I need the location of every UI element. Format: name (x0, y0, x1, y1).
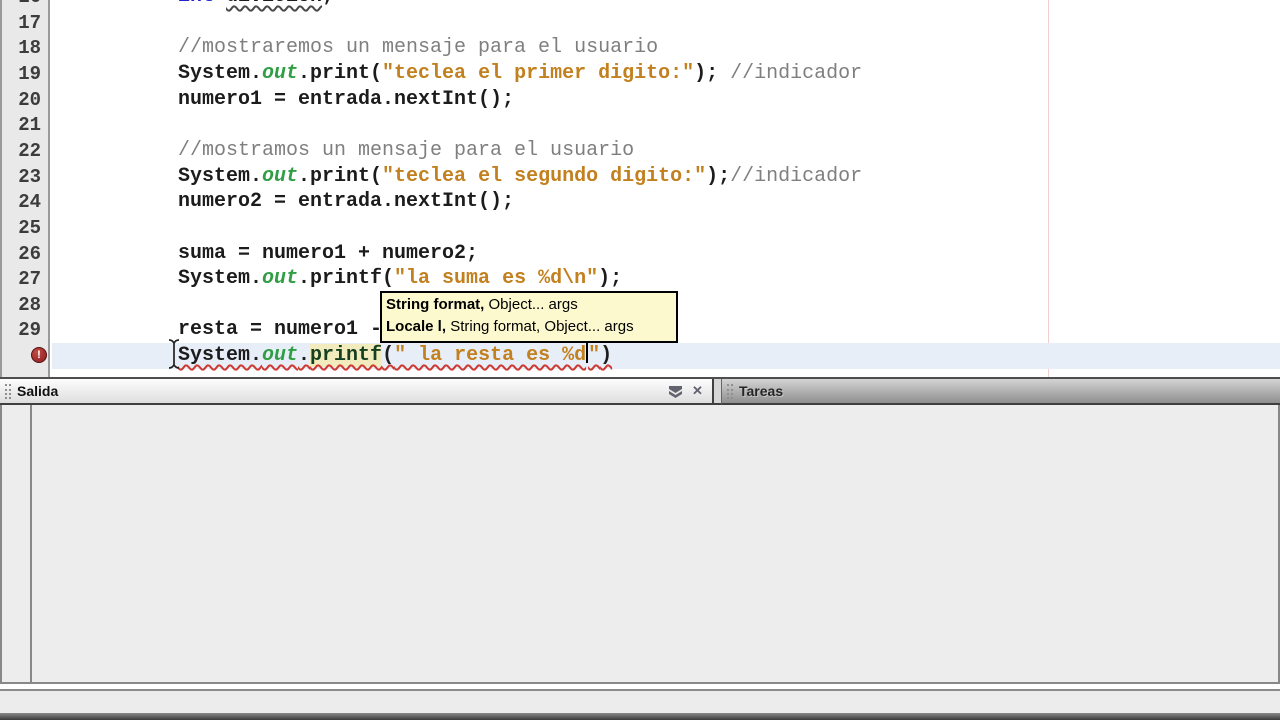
code-segment: " la resta es %d (394, 344, 587, 368)
code-segment: ) (600, 344, 613, 368)
error-icon[interactable]: ! (31, 347, 47, 363)
code-line[interactable]: int divicion; (178, 0, 334, 10)
code-segment: " (588, 344, 601, 368)
tooltip-bold-text: Locale l, (386, 318, 447, 335)
code-editor[interactable]: ! 1617 1819 20 2122 23 2425 26 2728 29 int divic… (0, 0, 1280, 377)
code-segment: printf (310, 344, 383, 368)
output-window-title: Salida (17, 383, 59, 399)
line-number: 22 (18, 139, 41, 162)
code-segment: //mostramos un mensaje para el usuario (178, 138, 635, 162)
code-segment: out (262, 344, 299, 368)
line-number: 23 (18, 165, 41, 188)
code-line[interactable]: numero1 = entrada.nextInt(); (178, 87, 514, 113)
drag-grip-icon[interactable] (727, 383, 733, 399)
line-number: 26 (18, 242, 41, 265)
status-bar (0, 689, 1280, 713)
code-segment: System. (178, 61, 263, 85)
code-segment: .print( (298, 61, 383, 85)
code-line[interactable]: System.out.print("teclea el segundo digi… (178, 164, 862, 190)
window-bottom-edge (0, 713, 1280, 720)
code-segment: .print( (298, 164, 383, 188)
code-segment: numero1 = entrada.nextInt(); (178, 87, 515, 111)
line-number: 24 (18, 191, 41, 214)
line-number: 21 (18, 114, 41, 137)
code-segment: . (298, 344, 311, 368)
line-number: 25 (18, 216, 41, 239)
code-segment: //indicador (730, 164, 863, 188)
code-segment: //mostraremos un mensaje para el usuario (178, 36, 659, 60)
code-segment: out (262, 164, 299, 188)
code-segment: "teclea el segundo digito:" (382, 164, 707, 188)
code-segment: out (262, 267, 299, 291)
code-line[interactable]: System.out.printf(" la resta es %d ") (178, 343, 612, 369)
code-segment: ; (322, 0, 334, 8)
tooltip-bold-text: String format, (386, 296, 485, 313)
code-line[interactable]: resta = numero1 - (178, 317, 382, 343)
tasks-window-title: Tareas (739, 383, 784, 399)
code-segment: int (178, 0, 226, 8)
code-segment: ); (598, 267, 623, 291)
text-cursor-icon (165, 338, 183, 375)
code-segment: ); (694, 61, 731, 85)
line-number: 17 (18, 11, 41, 34)
code-segment: System. (178, 344, 263, 368)
line-number: 20 (18, 88, 41, 111)
line-number: 28 (18, 293, 41, 316)
output-window-header[interactable]: Salida ✕ (0, 379, 714, 405)
code-segment: resta = numero1 - (178, 318, 383, 342)
code-text-layer[interactable]: int divicion; //mostraremos un mensaje pa… (178, 0, 1280, 377)
code-segment: ); (706, 164, 731, 188)
tooltip-row: String format, Object... args (386, 294, 671, 316)
line-number: 18 (18, 37, 41, 60)
output-panel-body (0, 405, 1280, 684)
code-segment: out (262, 61, 299, 85)
tooltip-text: Object... args (484, 296, 578, 313)
code-segment: divicion (226, 0, 322, 8)
panel-divider (714, 379, 721, 405)
parameter-hint-tooltip: String format, Object... args Locale l, … (380, 291, 678, 343)
code-segment: System. (178, 164, 263, 188)
code-segment: suma = numero1 + numero2; (178, 241, 479, 265)
code-line[interactable]: numero2 = entrada.nextInt(); (178, 189, 514, 215)
code-line[interactable]: suma = numero1 + numero2; (178, 241, 478, 267)
close-window-button[interactable]: ✕ (689, 383, 706, 399)
code-segment: "la suma es %d\n" (394, 267, 599, 291)
line-number: 29 (18, 319, 41, 342)
code-segment: "teclea el primer digito:" (382, 61, 695, 85)
code-line[interactable]: //mostramos un mensaje para el usuario (178, 138, 634, 164)
code-segment: //indicador (730, 61, 863, 85)
code-segment: ( (382, 344, 395, 368)
code-segment: numero2 = entrada.nextInt(); (178, 190, 515, 214)
line-number: 19 (18, 62, 41, 85)
code-line[interactable]: //mostraremos un mensaje para el usuario (178, 35, 658, 61)
tasks-window-header[interactable]: Tareas (721, 379, 1280, 405)
code-line[interactable]: System.out.print("teclea el primer digit… (178, 61, 862, 87)
output-toolbar (2, 405, 32, 682)
line-number: 16 (18, 0, 41, 10)
line-number: 27 (18, 268, 41, 291)
tooltip-text: String format, Object... args (446, 318, 634, 335)
drag-grip-icon[interactable] (5, 383, 11, 399)
editor-gutter[interactable]: ! 1617 1819 20 2122 23 2425 26 2728 29 (0, 0, 50, 377)
minimize-window-button[interactable] (667, 383, 684, 399)
code-line[interactable]: System.out.printf("la suma es %d\n"); (178, 266, 622, 292)
code-segment: .printf( (298, 267, 395, 291)
tooltip-row: Locale l, String format, Object... args (386, 316, 671, 338)
code-segment: System. (178, 267, 263, 291)
